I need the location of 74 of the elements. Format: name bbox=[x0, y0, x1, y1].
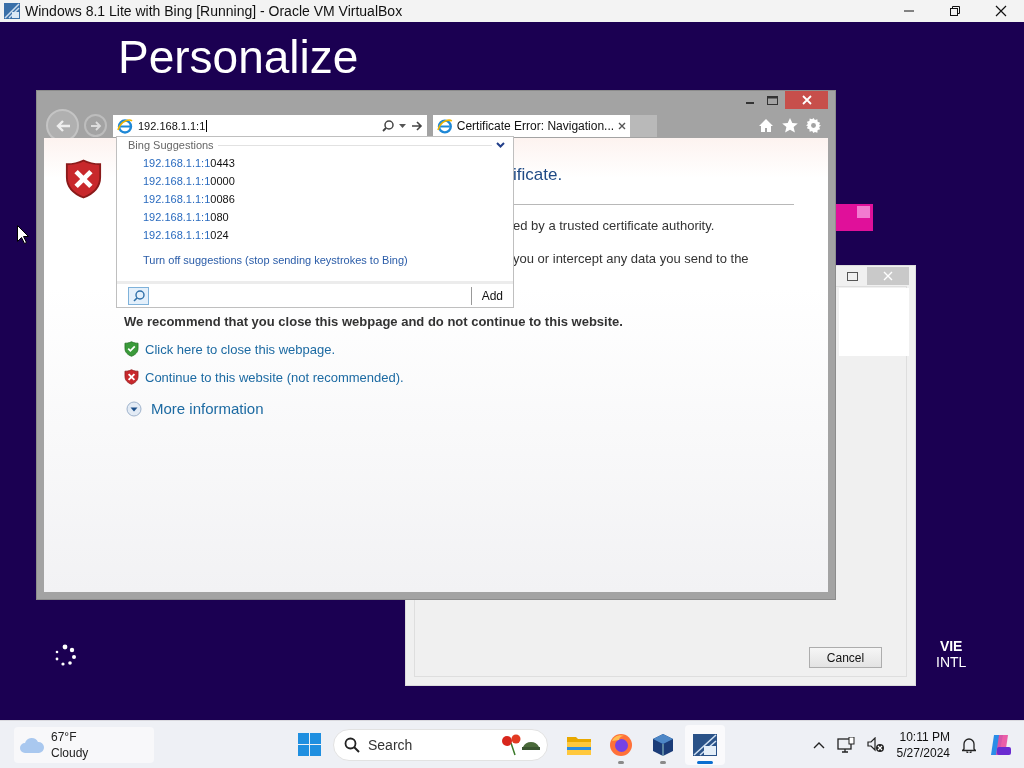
suggestion-item[interactable]: 192.168.1.1:10086 bbox=[143, 193, 513, 206]
search-icon bbox=[344, 736, 360, 753]
address-field[interactable]: 192.168.1.1:1 bbox=[113, 114, 427, 137]
shield-icon bbox=[124, 341, 139, 357]
body-text: you or intercept any data you send to the bbox=[513, 251, 750, 266]
shield-icon bbox=[124, 369, 139, 385]
window-title: Windows 8.1 Lite with Bing [Running] - Oracle VM VirtualBox bbox=[25, 3, 404, 19]
cube-icon bbox=[652, 732, 674, 757]
cloud-icon bbox=[19, 735, 45, 754]
browser-logo-icon bbox=[117, 117, 133, 134]
suggestion-item[interactable]: 192.168.1.1:10000 bbox=[143, 175, 513, 188]
close-icon bbox=[801, 95, 812, 105]
running-indicator bbox=[618, 760, 624, 764]
vm-window-icon bbox=[692, 732, 718, 757]
close-icon[interactable] bbox=[618, 121, 626, 130]
close-icon bbox=[883, 271, 893, 281]
body-text: ed by a trusted certificate authority. bbox=[513, 218, 716, 233]
time: 10:11 PM bbox=[899, 728, 950, 745]
loading-spinner-icon bbox=[53, 644, 78, 667]
page-title: ificate. bbox=[513, 165, 564, 185]
running-indicator bbox=[697, 760, 713, 764]
back-arrow-icon bbox=[54, 118, 71, 133]
start-icon[interactable] bbox=[298, 733, 321, 756]
browser-icon bbox=[609, 732, 633, 757]
cancel-button[interactable]: Cancel bbox=[809, 647, 882, 668]
browser-tab[interactable]: Certificate Error: Navigation... bbox=[433, 114, 630, 137]
assistant-icon[interactable] bbox=[988, 732, 1012, 757]
weather-condition: Cloudy bbox=[51, 744, 89, 761]
suggestion-item[interactable]: 192.168.1.1:1080 bbox=[143, 211, 513, 224]
running-indicator bbox=[660, 760, 666, 764]
star-icon[interactable] bbox=[782, 118, 798, 133]
close-icon bbox=[995, 5, 1007, 17]
mouse-pointer-icon bbox=[17, 225, 29, 244]
go-arrow-icon[interactable] bbox=[411, 120, 423, 131]
chevron-icon[interactable] bbox=[496, 142, 505, 148]
page-heading: Personalize bbox=[118, 34, 359, 80]
suggestion-item[interactable]: 192.168.1.1:10443 bbox=[143, 157, 513, 170]
add-button[interactable]: Add bbox=[470, 286, 513, 305]
date: 5/27/2024 bbox=[896, 744, 950, 761]
keyboard-layout: INTL bbox=[936, 654, 967, 670]
keyboard-language: VIE bbox=[939, 638, 963, 654]
turn-off-suggestions-link[interactable]: Turn off suggestions (stop sending keystrokes to Bing) bbox=[143, 254, 513, 266]
temperature: 67°F bbox=[51, 728, 78, 745]
virtualbox-icon bbox=[3, 2, 21, 20]
suggestion-item[interactable]: 192.168.1.1:1024 bbox=[143, 229, 513, 242]
section-header: Bing Suggestions bbox=[128, 139, 214, 151]
speaker-muted-icon[interactable] bbox=[866, 736, 885, 753]
more-information-link[interactable]: More information bbox=[151, 400, 264, 417]
maximize-icon bbox=[766, 95, 778, 105]
minimize-icon bbox=[746, 102, 754, 104]
bell-icon[interactable] bbox=[962, 736, 976, 753]
taskbar-app-button[interactable] bbox=[685, 724, 725, 765]
maximize-icon bbox=[846, 271, 858, 281]
folder-icon bbox=[567, 734, 591, 755]
caret-icon[interactable] bbox=[399, 123, 406, 128]
clock[interactable]: 10:11 PM 5/27/2024 bbox=[896, 728, 950, 761]
restore-icon bbox=[949, 5, 961, 17]
blank-panel bbox=[839, 288, 909, 356]
shield-icon bbox=[65, 158, 102, 200]
search-box[interactable]: Search bbox=[333, 728, 548, 761]
close-button[interactable] bbox=[785, 91, 828, 109]
weather-widget[interactable]: 67°F Cloudy bbox=[14, 726, 154, 763]
search-icon bbox=[132, 289, 145, 302]
action-link[interactable]: Continue to this website (not recommended). bbox=[145, 370, 404, 385]
forward-arrow-icon bbox=[89, 120, 102, 131]
chevron-up-icon[interactable] bbox=[812, 740, 825, 749]
recommendation-text: We recommend that you close this webpage and do not continue to this website. bbox=[124, 314, 624, 329]
browser-logo-icon bbox=[437, 117, 453, 134]
search-icon[interactable] bbox=[382, 119, 394, 132]
action-link[interactable]: Click here to close this webpage. bbox=[145, 342, 336, 357]
monitor-icon[interactable] bbox=[836, 736, 855, 753]
search-button[interactable] bbox=[128, 286, 149, 305]
expand-icon[interactable] bbox=[126, 400, 142, 417]
poppy-drawing bbox=[501, 732, 541, 757]
